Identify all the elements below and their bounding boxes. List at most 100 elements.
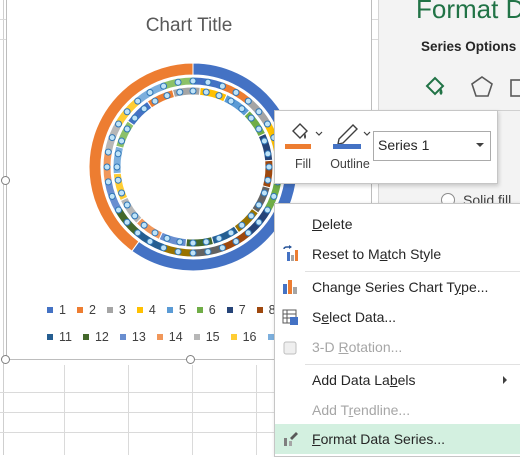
selection-handle[interactable] — [176, 88, 184, 96]
selection-handle[interactable] — [255, 201, 263, 209]
selection-handle[interactable] — [174, 248, 182, 256]
selection-handle[interactable] — [140, 105, 148, 113]
selection-handle[interactable] — [146, 237, 154, 245]
selection-handle[interactable] — [140, 221, 148, 229]
selection-handle[interactable] — [244, 229, 252, 237]
dropdown-arrow-icon[interactable] — [476, 143, 484, 147]
selection-handle[interactable] — [108, 192, 116, 200]
selection-handle[interactable] — [104, 148, 112, 156]
selection-handle[interactable] — [204, 248, 212, 256]
legend-item[interactable]: 5 — [166, 303, 186, 317]
selection-handle[interactable] — [134, 229, 142, 237]
selection-handle[interactable] — [202, 238, 210, 246]
selection-handle[interactable] — [247, 114, 255, 122]
selection-handle[interactable] — [255, 125, 263, 133]
series-options-tab-icon[interactable] — [509, 74, 520, 100]
selection-handle[interactable] — [232, 89, 240, 97]
legend-item[interactable]: 16 — [230, 330, 257, 344]
menu-item-delete[interactable]: Delete — [275, 209, 520, 239]
resize-handle-bottom-left[interactable] — [1, 355, 10, 364]
legend-item[interactable]: 6 — [196, 303, 216, 317]
menu-item-add-data-labels[interactable]: Add Data Labels — [275, 365, 520, 395]
selection-handle[interactable] — [189, 87, 197, 95]
menu-item-change-series-chart-type[interactable]: Change Series Chart Type... — [275, 272, 520, 302]
selection-handle[interactable] — [123, 125, 131, 133]
selection-handle[interactable] — [260, 189, 268, 197]
selection-handle[interactable] — [103, 163, 111, 171]
selection-handle[interactable] — [113, 163, 121, 171]
legend-item[interactable]: 4 — [136, 303, 156, 317]
selection-handle[interactable] — [114, 176, 122, 184]
selection-handle[interactable] — [160, 244, 168, 252]
resize-handle-left[interactable] — [1, 176, 10, 185]
selection-handle[interactable] — [255, 108, 263, 116]
selection-handle[interactable] — [163, 92, 171, 100]
menu-item-format-data-series[interactable]: Format Data Series... — [275, 424, 520, 454]
selection-handle[interactable] — [118, 137, 126, 145]
selection-handle[interactable] — [123, 108, 131, 116]
resize-handle-bottom[interactable] — [186, 355, 195, 364]
legend-item[interactable]: 3 — [106, 303, 126, 317]
series-dropdown[interactable]: Series 1 — [373, 131, 491, 161]
selection-handle[interactable] — [227, 97, 235, 105]
series-options-dropdown[interactable]: Series Options — [421, 39, 516, 54]
selection-handle[interactable] — [189, 77, 197, 85]
selection-handle[interactable] — [114, 150, 122, 158]
selection-handle[interactable] — [176, 238, 184, 246]
legend-item[interactable]: 14 — [156, 330, 183, 344]
selection-handle[interactable] — [260, 137, 268, 145]
selection-handle[interactable] — [264, 150, 272, 158]
legend-item[interactable]: 13 — [119, 330, 146, 344]
legend-item[interactable]: 8 — [256, 303, 276, 317]
selection-handle[interactable] — [238, 105, 246, 113]
selection-handle[interactable] — [202, 88, 210, 96]
selection-handle[interactable] — [218, 244, 226, 252]
selection-handle[interactable] — [115, 206, 123, 214]
selection-handle[interactable] — [270, 192, 278, 200]
selection-handle[interactable] — [160, 82, 168, 90]
fill-line-tab-icon[interactable] — [421, 74, 449, 100]
menu-item-select-data[interactable]: Select Data... — [275, 302, 520, 332]
selection-handle[interactable] — [115, 120, 123, 128]
selection-handle[interactable] — [263, 120, 271, 128]
selection-handle[interactable] — [134, 97, 142, 105]
selection-handle[interactable] — [104, 178, 112, 186]
selection-handle[interactable] — [163, 234, 171, 242]
effects-tab-icon[interactable] — [469, 74, 495, 100]
selection-handle[interactable] — [123, 218, 131, 226]
selection-handle[interactable] — [215, 234, 223, 242]
selection-handle[interactable] — [151, 229, 159, 237]
selection-handle[interactable] — [238, 221, 246, 229]
selection-handle[interactable] — [123, 201, 131, 209]
selection-handle[interactable] — [227, 229, 235, 237]
legend-item[interactable]: 12 — [82, 330, 109, 344]
selection-handle[interactable] — [151, 97, 159, 105]
selection-handle[interactable] — [189, 249, 197, 257]
selection-handle[interactable] — [204, 78, 212, 86]
selection-handle[interactable] — [118, 189, 126, 197]
selection-handle[interactable] — [264, 176, 272, 184]
legend-item[interactable]: 2 — [76, 303, 96, 317]
selection-handle[interactable] — [131, 114, 139, 122]
legend-row-1[interactable]: 1 2 3 4 5 6 78 — [47, 303, 287, 317]
selection-handle[interactable] — [255, 218, 263, 226]
selection-handle[interactable] — [108, 134, 116, 142]
selection-handle[interactable] — [215, 92, 223, 100]
selection-handle[interactable] — [232, 237, 240, 245]
selection-handle[interactable] — [218, 82, 226, 90]
outline-button[interactable]: Outline — [327, 117, 373, 177]
selection-handle[interactable] — [174, 78, 182, 86]
legend-item[interactable]: 1 — [47, 303, 66, 317]
legend-item[interactable]: 15 — [193, 330, 220, 344]
menu-item-reset-to-match-style[interactable]: Reset to Match Style — [275, 239, 520, 269]
selection-handle[interactable] — [244, 97, 252, 105]
selection-handle[interactable] — [131, 212, 139, 220]
selection-handle[interactable] — [263, 206, 271, 214]
fill-button[interactable]: Fill — [281, 117, 325, 177]
legend-item[interactable]: 11 — [47, 330, 72, 344]
legend-item[interactable]: 7 — [226, 303, 246, 317]
selection-handle[interactable] — [247, 212, 255, 220]
selection-handle[interactable] — [146, 89, 154, 97]
selection-handle[interactable] — [265, 163, 273, 171]
selection-handle[interactable] — [189, 239, 197, 247]
